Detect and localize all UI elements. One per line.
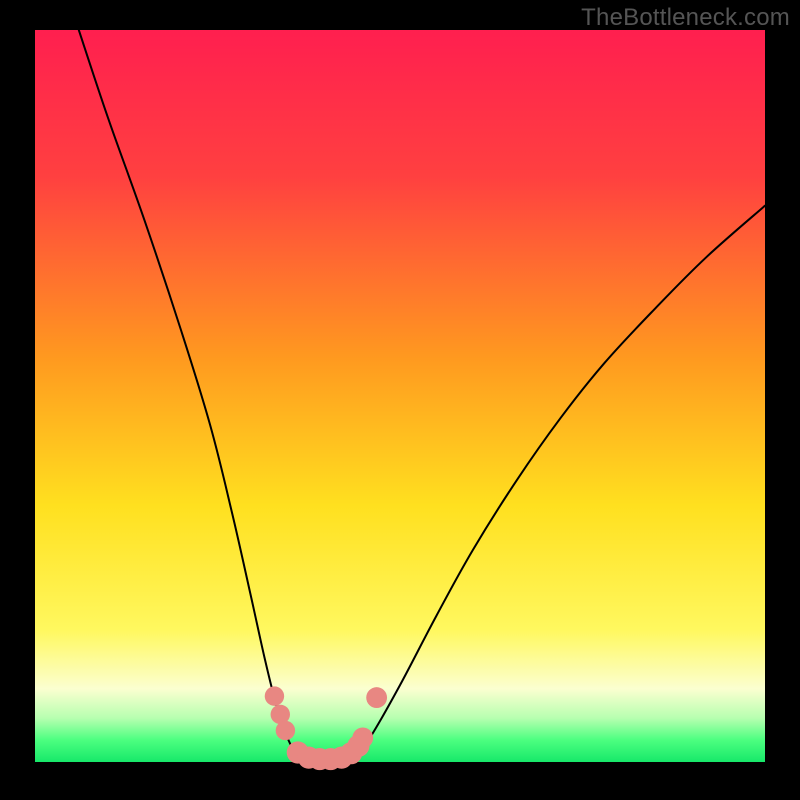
data-marker xyxy=(366,687,387,708)
bottleneck-chart xyxy=(0,0,800,800)
data-marker xyxy=(265,686,284,705)
data-marker xyxy=(276,721,295,740)
plot-background xyxy=(35,30,765,762)
chart-frame: TheBottleneck.com xyxy=(0,0,800,800)
data-marker xyxy=(352,727,373,748)
watermark-text: TheBottleneck.com xyxy=(581,4,790,32)
